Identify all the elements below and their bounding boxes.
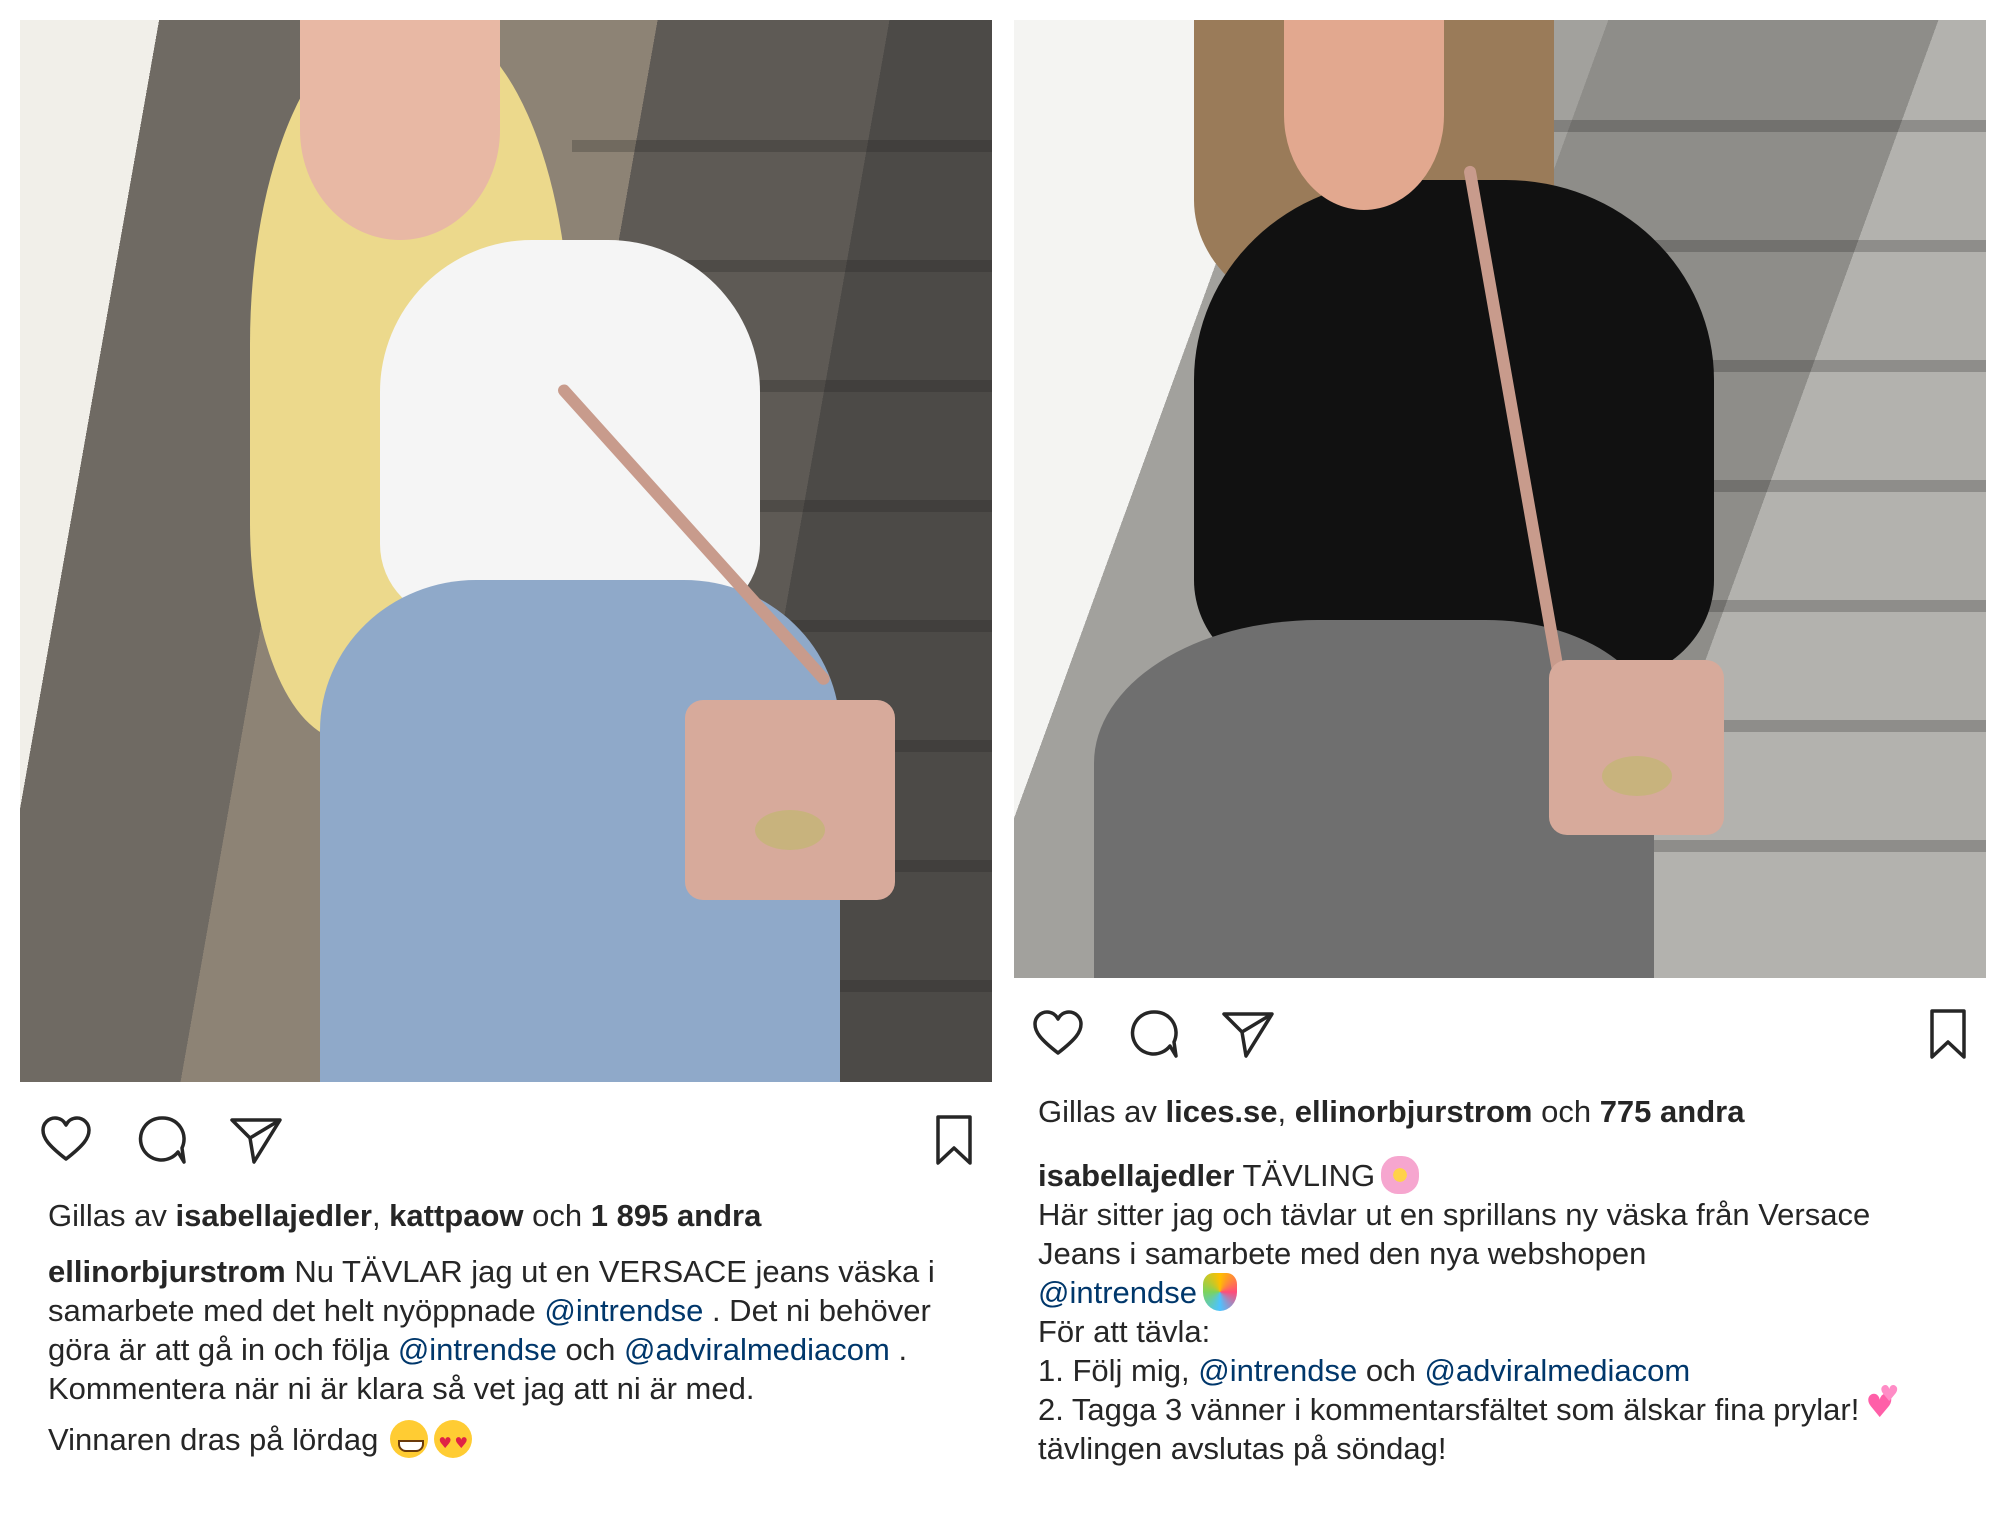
caption-username[interactable]: ellinorbjurstrom xyxy=(48,1254,286,1289)
mention-link[interactable]: @intrendse xyxy=(1198,1353,1357,1388)
grinning-face-emoji xyxy=(390,1420,429,1458)
person-top xyxy=(1194,180,1714,680)
liker-username[interactable]: ellinorbjurstrom xyxy=(1295,1094,1533,1129)
likes-prefix: Gillas av xyxy=(48,1198,176,1233)
likes-separator: , xyxy=(371,1198,390,1233)
comment-bubble-icon[interactable] xyxy=(1126,1006,1182,1062)
handbag xyxy=(1549,660,1724,835)
liker-username[interactable]: isabellajedler xyxy=(175,1198,371,1233)
likes-count[interactable]: 1 895 andra xyxy=(591,1198,762,1233)
liker-username[interactable]: lices.se xyxy=(1165,1094,1277,1129)
caption-username[interactable]: isabellajedler xyxy=(1038,1158,1234,1193)
likes-separator: , xyxy=(1277,1094,1295,1129)
heart-outline-icon[interactable] xyxy=(1030,1006,1086,1062)
bookmark-icon[interactable] xyxy=(926,1112,982,1168)
post-right: Gillas av lices.se, ellinorbjurstrom och… xyxy=(1000,0,2000,1526)
caption: ellinorbjurstrom Nu TÄVLAR jag ut en VER… xyxy=(48,1252,968,1463)
likes-and: och xyxy=(523,1198,591,1233)
bookmark-icon[interactable] xyxy=(1920,1006,1976,1062)
likes-and: och xyxy=(1532,1094,1600,1129)
paper-plane-icon[interactable] xyxy=(228,1112,284,1168)
two-hearts-emoji xyxy=(1865,1384,1905,1428)
likes-prefix: Gillas av xyxy=(1038,1094,1166,1129)
liker-username[interactable]: kattpaow xyxy=(389,1198,523,1233)
person-top xyxy=(380,240,760,620)
heart-outline-icon[interactable] xyxy=(38,1112,94,1168)
comment-bubble-icon[interactable] xyxy=(134,1112,190,1168)
mention-link[interactable]: @adviralmediacom xyxy=(1424,1353,1690,1388)
caption-text: 1. Följ mig, xyxy=(1038,1353,1199,1388)
party-popper-emoji xyxy=(1203,1273,1237,1311)
mention-link[interactable]: @intrendse xyxy=(398,1332,557,1367)
person-face xyxy=(1284,20,1444,210)
paper-plane-icon[interactable] xyxy=(1220,1006,1276,1062)
likes-count[interactable]: 775 andra xyxy=(1600,1094,1745,1129)
heart-eyes-emoji xyxy=(434,1420,473,1463)
caption-title: TÄVLING xyxy=(1234,1158,1376,1193)
mention-link[interactable]: @adviralmediacom xyxy=(624,1332,890,1367)
likes-line: Gillas av lices.se, ellinorbjurstrom och… xyxy=(1038,1092,1958,1131)
bag-clasp xyxy=(755,810,825,850)
post-left: Gillas av isabellajedler, kattpaow och 1… xyxy=(0,0,1000,1526)
caption-text: För att tävla: xyxy=(1038,1314,1211,1349)
stair-line xyxy=(572,140,992,152)
mention-link[interactable]: @intrendse xyxy=(1038,1275,1197,1310)
action-bar xyxy=(38,1112,978,1172)
cherry-blossom-emoji xyxy=(1381,1156,1420,1194)
caption: isabellajedler TÄVLING Här sitter jag oc… xyxy=(1038,1156,1958,1468)
action-bar xyxy=(1030,1006,1970,1066)
post-photo[interactable] xyxy=(1014,20,1986,978)
post-photo[interactable] xyxy=(20,20,992,1082)
caption-text: och xyxy=(556,1332,625,1367)
bag-clasp xyxy=(1601,756,1672,797)
mention-link[interactable]: @intrendse xyxy=(544,1293,703,1328)
caption-final-line: Vinnaren dras på lördag xyxy=(48,1422,379,1457)
handbag xyxy=(685,700,895,900)
caption-text: 2. Tagga 3 vänner i kommentarsfältet som… xyxy=(1038,1392,1860,1427)
likes-line: Gillas av isabellajedler, kattpaow och 1… xyxy=(48,1196,968,1235)
caption-text: Här sitter jag och tävlar ut en sprillan… xyxy=(1038,1197,1871,1271)
caption-text: och xyxy=(1357,1353,1425,1388)
person-face xyxy=(300,20,500,240)
caption-text: tävlingen avslutas på söndag! xyxy=(1038,1431,1447,1466)
